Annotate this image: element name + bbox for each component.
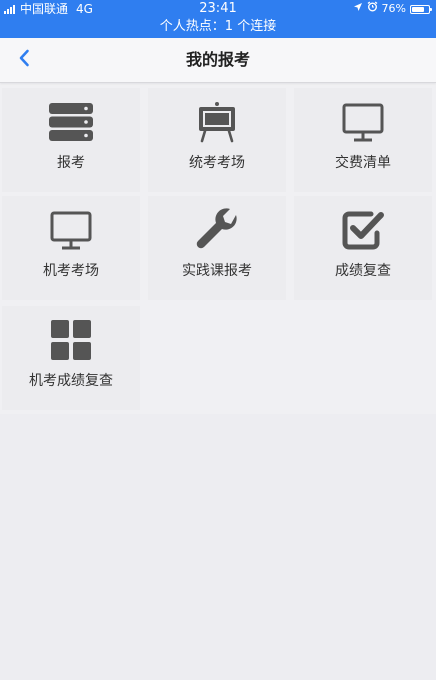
easel-board-icon <box>148 100 286 144</box>
menu-item-computer-exam-venue[interactable]: 机考考场 <box>2 196 140 300</box>
location-arrow-icon <box>353 0 363 18</box>
menu-item-label: 机考考场 <box>43 263 99 279</box>
checkbox-icon <box>294 208 432 252</box>
page-title: 我的报考 <box>185 50 250 69</box>
monitor-icon <box>294 100 432 144</box>
battery-percent: 76% <box>381 2 406 15</box>
server-stack-icon <box>2 100 140 144</box>
menu-item-label: 交费清单 <box>335 155 391 171</box>
menu-item-fee-list[interactable]: 交费清单 <box>294 88 432 192</box>
hotspot-banner[interactable]: 个人热点：1 个连接 <box>0 18 436 38</box>
menu-grid: 报考 统考考场 交费清单 机考考场 实践课报考 成绩复查 机考成绩复查 <box>0 88 436 414</box>
menu-item-unified-exam-venue[interactable]: 统考考场 <box>148 88 286 192</box>
nav-bar: 我的报考 <box>0 38 436 83</box>
battery-icon <box>410 4 432 14</box>
grid-icon <box>2 318 140 362</box>
menu-item-score-review[interactable]: 成绩复查 <box>294 196 432 300</box>
status-bar: 中国联通 4G 23:41 76% 个人热点：1 个连接 <box>0 0 436 38</box>
menu-item-register[interactable]: 报考 <box>2 88 140 192</box>
back-button[interactable] <box>8 44 40 76</box>
menu-item-practice-course-register[interactable]: 实践课报考 <box>148 196 286 300</box>
menu-item-label: 机考成绩复查 <box>29 373 113 389</box>
menu-item-label: 报考 <box>57 155 85 171</box>
monitor-icon <box>2 208 140 252</box>
chevron-left-icon <box>18 49 30 71</box>
menu-item-label: 成绩复查 <box>335 263 391 279</box>
menu-item-label: 统考考场 <box>189 155 245 171</box>
menu-item-computer-score-review[interactable]: 机考成绩复查 <box>2 306 140 410</box>
content-background <box>0 414 436 680</box>
wrench-icon <box>148 208 286 252</box>
alarm-icon <box>367 0 378 18</box>
menu-item-label: 实践课报考 <box>182 263 252 279</box>
